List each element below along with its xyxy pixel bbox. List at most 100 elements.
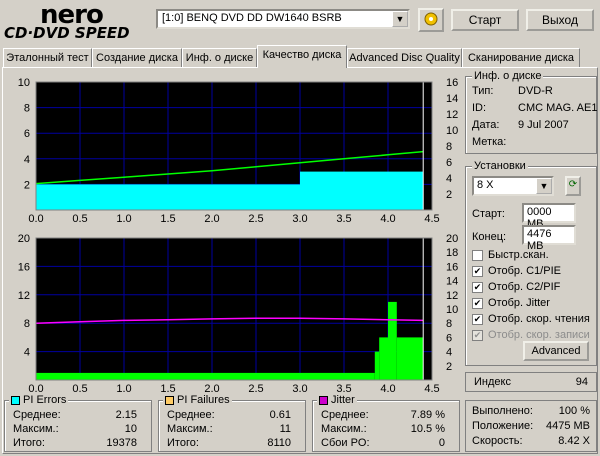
bottom-chart-area bbox=[36, 238, 432, 380]
option-label: Отобр. C2/PIF bbox=[488, 281, 561, 293]
pi-failures-title: PI Failures bbox=[163, 394, 232, 406]
pie-bar bbox=[366, 171, 388, 210]
y-tick-label-left: 12 bbox=[18, 290, 30, 302]
pie-max-label: Максим.: bbox=[13, 423, 59, 435]
y-tick-label-right: 10 bbox=[446, 125, 458, 137]
advanced-button[interactable]: Advanced bbox=[523, 341, 589, 361]
pie-bar bbox=[300, 171, 322, 210]
chevron-down-icon[interactable]: ▼ bbox=[392, 11, 408, 27]
y-tick-label-right: 2 bbox=[446, 189, 452, 201]
y-tick-label-right: 8 bbox=[446, 318, 452, 330]
option-checkbox[interactable]: ✔ bbox=[472, 282, 483, 293]
tab-create-disc[interactable]: Создание диска bbox=[92, 48, 182, 68]
x-tick-label: 0.5 bbox=[72, 383, 87, 392]
pi-failures-stats: PI Failures Среднее: 0.61 Максим.: 11 Ит… bbox=[158, 394, 306, 452]
y-tick-label-left: 4 bbox=[24, 347, 30, 359]
pif-bar bbox=[36, 372, 58, 380]
pif-bar bbox=[234, 372, 256, 380]
pie-bar bbox=[58, 184, 80, 210]
option-label: Быстр.скан. bbox=[488, 249, 549, 261]
start-button[interactable]: Старт bbox=[451, 9, 519, 31]
y-tick-label-left: 20 bbox=[18, 233, 30, 245]
y-tick-label-right: 16 bbox=[446, 77, 458, 89]
option-checkbox[interactable]: ✔ bbox=[472, 266, 483, 277]
option-1[interactable]: ✔ Отобр. C1/PIE bbox=[472, 265, 596, 279]
done-value: 100 % bbox=[558, 405, 590, 417]
jitter-max-label: Максим.: bbox=[321, 423, 367, 435]
x-tick-label: 2.5 bbox=[248, 383, 263, 392]
y-tick-label-right: 4 bbox=[446, 347, 452, 359]
tab-advanced-disc-quality[interactable]: Advanced Disc Quality bbox=[347, 48, 462, 68]
tab-disc-quality[interactable]: Качество диска bbox=[257, 45, 347, 68]
y-tick-label-left: 2 bbox=[24, 179, 30, 191]
pie-max-value: 10 bbox=[124, 423, 137, 435]
pif-max-value: 11 bbox=[279, 423, 291, 435]
pif-bar bbox=[124, 372, 146, 380]
pie-bar bbox=[190, 184, 212, 210]
pie-bar bbox=[36, 184, 58, 210]
disc-info-group: Инф. о диске Тип: DVD-R ID: CMC MAG. AE1… bbox=[465, 70, 597, 154]
y-tick-label-left: 6 bbox=[24, 128, 30, 140]
pie-avg-value: 2.15 bbox=[115, 409, 137, 421]
pie-bar bbox=[168, 184, 190, 210]
tab-disc-info[interactable]: Инф. о диске bbox=[182, 48, 257, 68]
y-tick-label-right: 8 bbox=[446, 141, 452, 153]
tab-scan-disc[interactable]: Сканирование диска bbox=[462, 48, 580, 68]
index-label: Индекс bbox=[474, 376, 511, 388]
y-tick-label-right: 14 bbox=[446, 93, 458, 105]
y-tick-label-left: 4 bbox=[24, 154, 30, 166]
option-checkbox[interactable]: ✔ bbox=[472, 298, 483, 309]
start-position-input[interactable]: 0000 MB bbox=[522, 203, 576, 230]
option-0[interactable]: Быстр.скан. bbox=[472, 249, 596, 263]
exit-button[interactable]: Выход bbox=[526, 9, 594, 31]
pie-bar bbox=[146, 184, 168, 210]
x-tick-label: 0.0 bbox=[28, 383, 43, 392]
chevron-down-icon[interactable]: ▼ bbox=[536, 178, 552, 194]
pif-avg-label: Среднее: bbox=[167, 409, 215, 421]
y-tick-label-left: 16 bbox=[18, 261, 30, 273]
y-tick-label-right: 4 bbox=[446, 173, 452, 185]
option-2[interactable]: ✔ Отобр. C2/PIF bbox=[472, 281, 596, 295]
disc-type-value: DVD-R bbox=[518, 85, 553, 97]
jitter-avg-value: 7.89 % bbox=[410, 409, 445, 421]
x-tick-label: 4.5 bbox=[424, 213, 439, 225]
y-tick-label-left: 8 bbox=[24, 103, 30, 115]
end-position-input[interactable]: 4476 MB bbox=[522, 225, 576, 252]
jitter-stats: Jitter Среднее: 7.89 % Максим.: 10.5 % С… bbox=[312, 394, 460, 452]
x-tick-label: 2.5 bbox=[248, 213, 263, 225]
pif-bar bbox=[212, 372, 234, 380]
option-label: Отобр. скор. записи bbox=[488, 329, 590, 341]
option-checkbox[interactable] bbox=[472, 250, 483, 261]
pif-bar bbox=[374, 351, 380, 380]
refresh-speed-button[interactable]: ⟳ bbox=[565, 176, 581, 196]
pif-bar bbox=[379, 337, 388, 380]
pie-total-value: 19378 bbox=[106, 437, 137, 449]
x-tick-label: 4.0 bbox=[380, 213, 395, 225]
drive-select[interactable]: [1:0] BENQ DVD DD DW1640 BSRB ▼ bbox=[156, 9, 410, 29]
jitter-title-text: Jitter bbox=[331, 394, 355, 406]
drive-select-value: [1:0] BENQ DVD DD DW1640 BSRB bbox=[162, 12, 342, 24]
index-box: Индекс 94 bbox=[465, 372, 597, 392]
x-tick-label: 1.0 bbox=[116, 213, 131, 225]
speed-select[interactable]: 8 X ▼ bbox=[472, 176, 554, 196]
pif-bar bbox=[396, 337, 424, 380]
position-label: Положение: bbox=[472, 420, 534, 432]
x-tick-label: 2.0 bbox=[204, 383, 219, 392]
y-tick-label-right: 12 bbox=[446, 109, 458, 121]
pie-total-label: Итого: bbox=[13, 437, 45, 449]
cd-dvd-speed-logo: CD·DVD SPEED bbox=[4, 24, 130, 42]
pif-bar bbox=[256, 372, 278, 380]
pif-avg-value: 0.61 bbox=[269, 409, 291, 421]
progress-box: Выполнено: 100 % Положение: 4475 MB Скор… bbox=[465, 400, 597, 452]
pif-bar bbox=[344, 372, 366, 380]
y-tick-label-right: 20 bbox=[446, 233, 458, 245]
tab-benchmark[interactable]: Эталонный тест bbox=[3, 48, 92, 68]
speed-select-value: 8 X bbox=[477, 179, 494, 191]
refresh-drive-button[interactable] bbox=[418, 8, 444, 32]
pi-errors-title: PI Errors bbox=[9, 394, 69, 406]
pif-total-label: Итого: bbox=[167, 437, 199, 449]
option-3[interactable]: ✔ Отобр. Jitter bbox=[472, 297, 596, 311]
pif-bar bbox=[58, 372, 80, 380]
option-4[interactable]: ✔ Отобр. скор. чтения bbox=[472, 313, 596, 327]
option-checkbox[interactable]: ✔ bbox=[472, 314, 483, 325]
